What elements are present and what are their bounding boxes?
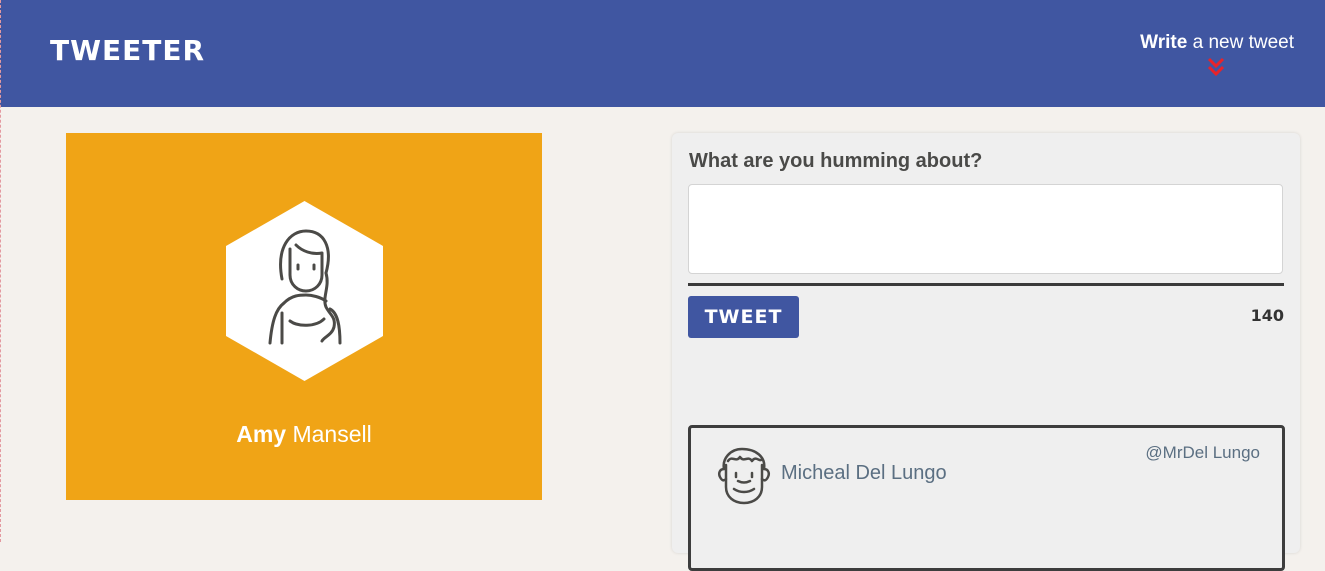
woman-avatar-icon [226, 201, 383, 381]
man-avatar-icon [717, 447, 771, 505]
char-counter: 140 [1250, 306, 1284, 325]
write-link-rest: a new tweet [1187, 32, 1294, 53]
compose-label: What are you humming about? [689, 150, 983, 172]
page-edge-guide [0, 0, 1, 542]
top-nav: TWEETER Write a new tweet [0, 0, 1325, 107]
write-new-tweet-link[interactable]: Write a new tweet [1140, 32, 1294, 54]
tweet-author-handle: @MrDel Lungo [1145, 443, 1260, 462]
double-chevron-down-icon[interactable] [1207, 57, 1225, 77]
write-link-bold: Write [1140, 32, 1188, 53]
tweet-button[interactable]: TWEET [688, 296, 799, 338]
tweet-input[interactable] [688, 184, 1283, 274]
logo: TWEETER [50, 34, 206, 67]
profile-name: Amy Mansell [66, 421, 542, 448]
profile-first-name: Amy [236, 421, 287, 447]
compose-divider [688, 283, 1284, 286]
tweet-author-name: Micheal Del Lungo [781, 462, 947, 484]
profile-last-name: Mansell [286, 421, 372, 447]
